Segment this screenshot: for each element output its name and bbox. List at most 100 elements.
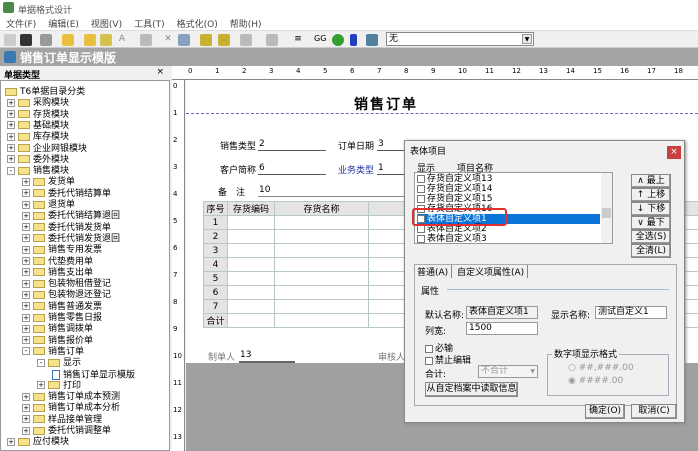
width-input[interactable]: 1500	[466, 322, 538, 335]
tree-item[interactable]: + 包装物租借登记	[22, 279, 111, 290]
menu-help[interactable]: 帮助(H)	[230, 17, 262, 30]
expand-icon[interactable]: +	[22, 313, 30, 322]
tree-item[interactable]: 销售订单显示模版	[52, 369, 135, 381]
menu-file[interactable]: 文件(F)	[6, 17, 36, 30]
expand-icon[interactable]: +	[7, 98, 15, 107]
menu-edit[interactable]: 编辑(E)	[48, 17, 79, 30]
field-value[interactable]: 10	[259, 185, 270, 195]
field-label[interactable]: 销售类型	[220, 139, 256, 152]
list-item[interactable]: 存货自定义项14	[417, 184, 600, 194]
move-down-button[interactable]: ↓ 下移	[631, 202, 671, 216]
tree-item[interactable]: + 应付模块	[7, 437, 69, 448]
expand-icon[interactable]: +	[22, 211, 30, 220]
spacing-icon[interactable]	[266, 34, 278, 46]
tree-item[interactable]: - 销售模块	[7, 166, 69, 177]
field-value[interactable]: 1	[378, 163, 384, 173]
tree-item[interactable]: + 销售订单成本分析	[22, 403, 120, 414]
close-icon[interactable]: ×	[156, 67, 164, 77]
delete-icon[interactable]: ✕	[162, 34, 174, 46]
field-label[interactable]: 客户简称	[220, 163, 256, 176]
property-icon[interactable]	[140, 34, 152, 46]
new-icon[interactable]	[4, 34, 16, 46]
grid-icon[interactable]	[178, 34, 190, 46]
column-header[interactable]: 存货编码	[227, 201, 275, 216]
expand-icon[interactable]: +	[7, 110, 15, 119]
send-back-icon[interactable]	[218, 34, 230, 46]
copy-icon[interactable]	[62, 34, 74, 46]
expand-icon[interactable]: +	[22, 302, 30, 311]
tree-item[interactable]: + 包装物退还登记	[22, 290, 111, 301]
tree-item[interactable]: T6单据目录分类	[5, 87, 85, 98]
expand-icon[interactable]: +	[22, 223, 30, 232]
tree-item[interactable]: + 委托代销结算退回	[22, 211, 120, 222]
tree-item[interactable]: + 库存模块	[7, 132, 69, 143]
tree-item[interactable]: - 销售订单	[22, 347, 84, 358]
expand-icon[interactable]: +	[22, 234, 30, 243]
style-combo[interactable]: 无 ▼	[386, 32, 534, 46]
lines-icon[interactable]: ≡	[292, 34, 304, 46]
expand-icon[interactable]: +	[22, 257, 30, 265]
show-checkbox[interactable]	[417, 184, 425, 193]
tab-custom-properties[interactable]: 自定义项属性(A)	[457, 265, 529, 278]
bring-front-icon[interactable]	[200, 34, 212, 46]
show-checkbox[interactable]	[417, 234, 425, 243]
zoom-icon[interactable]: GG	[314, 34, 326, 46]
ok-button[interactable]: 确定(O)	[585, 404, 625, 419]
expand-icon[interactable]: +	[22, 268, 30, 277]
tree-item[interactable]: - 显示	[37, 358, 81, 369]
tree-item[interactable]: + 退货单	[22, 200, 75, 211]
tree-item[interactable]: + 销售调拨单	[22, 324, 93, 335]
tree-item[interactable]: + 代垫费用单	[22, 257, 93, 268]
open-icon[interactable]	[84, 34, 96, 46]
open-all-icon[interactable]	[100, 34, 112, 46]
format-radio-1[interactable]: ○ ##,###.00	[568, 363, 634, 373]
list-item[interactable]: 存货自定义项13	[417, 174, 600, 184]
expand-icon[interactable]: +	[22, 245, 30, 254]
expand-icon[interactable]: +	[22, 177, 30, 186]
tree-item[interactable]: + 采购模块	[7, 98, 69, 109]
list-item[interactable]: 表体自定义项3	[417, 234, 600, 244]
tree-item[interactable]: + 打印	[37, 381, 81, 392]
expand-icon[interactable]: +	[22, 392, 30, 401]
tree-item[interactable]: + 销售支出单	[22, 268, 93, 279]
move-bottom-button[interactable]: ∨ 最下	[631, 216, 671, 230]
text-icon[interactable]: A	[116, 34, 128, 46]
collapse-icon[interactable]: -	[7, 166, 15, 175]
move-top-button[interactable]: ∧ 最上	[631, 174, 671, 188]
refresh-icon[interactable]	[332, 34, 344, 46]
field-value[interactable]: 3	[378, 139, 384, 149]
tree-item[interactable]: + 委托代销结算单	[22, 189, 111, 200]
footer-value[interactable]: 13	[240, 350, 251, 360]
display-name-input[interactable]: 测试自定义1	[595, 306, 667, 319]
close-button[interactable]: ×	[667, 146, 681, 159]
expand-icon[interactable]: +	[7, 132, 15, 141]
format-radio-2[interactable]: ◉ ####.00	[568, 376, 623, 386]
tree-item[interactable]: + 委托代销调整单	[22, 426, 111, 437]
field-value[interactable]: 2	[259, 139, 265, 149]
print-icon[interactable]	[40, 34, 52, 46]
expand-icon[interactable]: +	[22, 279, 30, 288]
menu-view[interactable]: 视图(V)	[91, 17, 122, 30]
tree-item[interactable]: + 销售普通发票	[22, 302, 102, 313]
expand-icon[interactable]: +	[22, 200, 30, 209]
field-label[interactable]: 订单日期	[338, 139, 374, 152]
show-checkbox[interactable]	[417, 174, 425, 183]
tree-item[interactable]: + 销售订单成本预测	[22, 392, 120, 403]
sum-select[interactable]: 不合计 ▼	[478, 365, 538, 378]
no-edit-checkbox[interactable]: 禁止编辑	[425, 353, 471, 366]
tree-item[interactable]: + 销售报价单	[22, 336, 93, 347]
footer-label[interactable]: 制单人	[208, 350, 235, 363]
tree-item[interactable]: + 基础模块	[7, 121, 69, 132]
clear-all-button[interactable]: 全清(L)	[631, 244, 671, 258]
tree-item[interactable]: + 样品接单管理	[22, 415, 102, 426]
column-header[interactable]: 序号	[203, 201, 228, 216]
expand-icon[interactable]: +	[22, 290, 30, 299]
move-up-button[interactable]: ↑ 上移	[631, 188, 671, 202]
footer-label[interactable]: 审核人	[378, 350, 405, 363]
field-value[interactable]: 6	[259, 163, 265, 173]
show-checkbox[interactable]	[417, 194, 425, 203]
collapse-icon[interactable]: -	[37, 358, 45, 367]
collapse-icon[interactable]: -	[22, 347, 30, 356]
expand-icon[interactable]: +	[22, 415, 30, 424]
field-label[interactable]: 备 注	[218, 185, 245, 198]
